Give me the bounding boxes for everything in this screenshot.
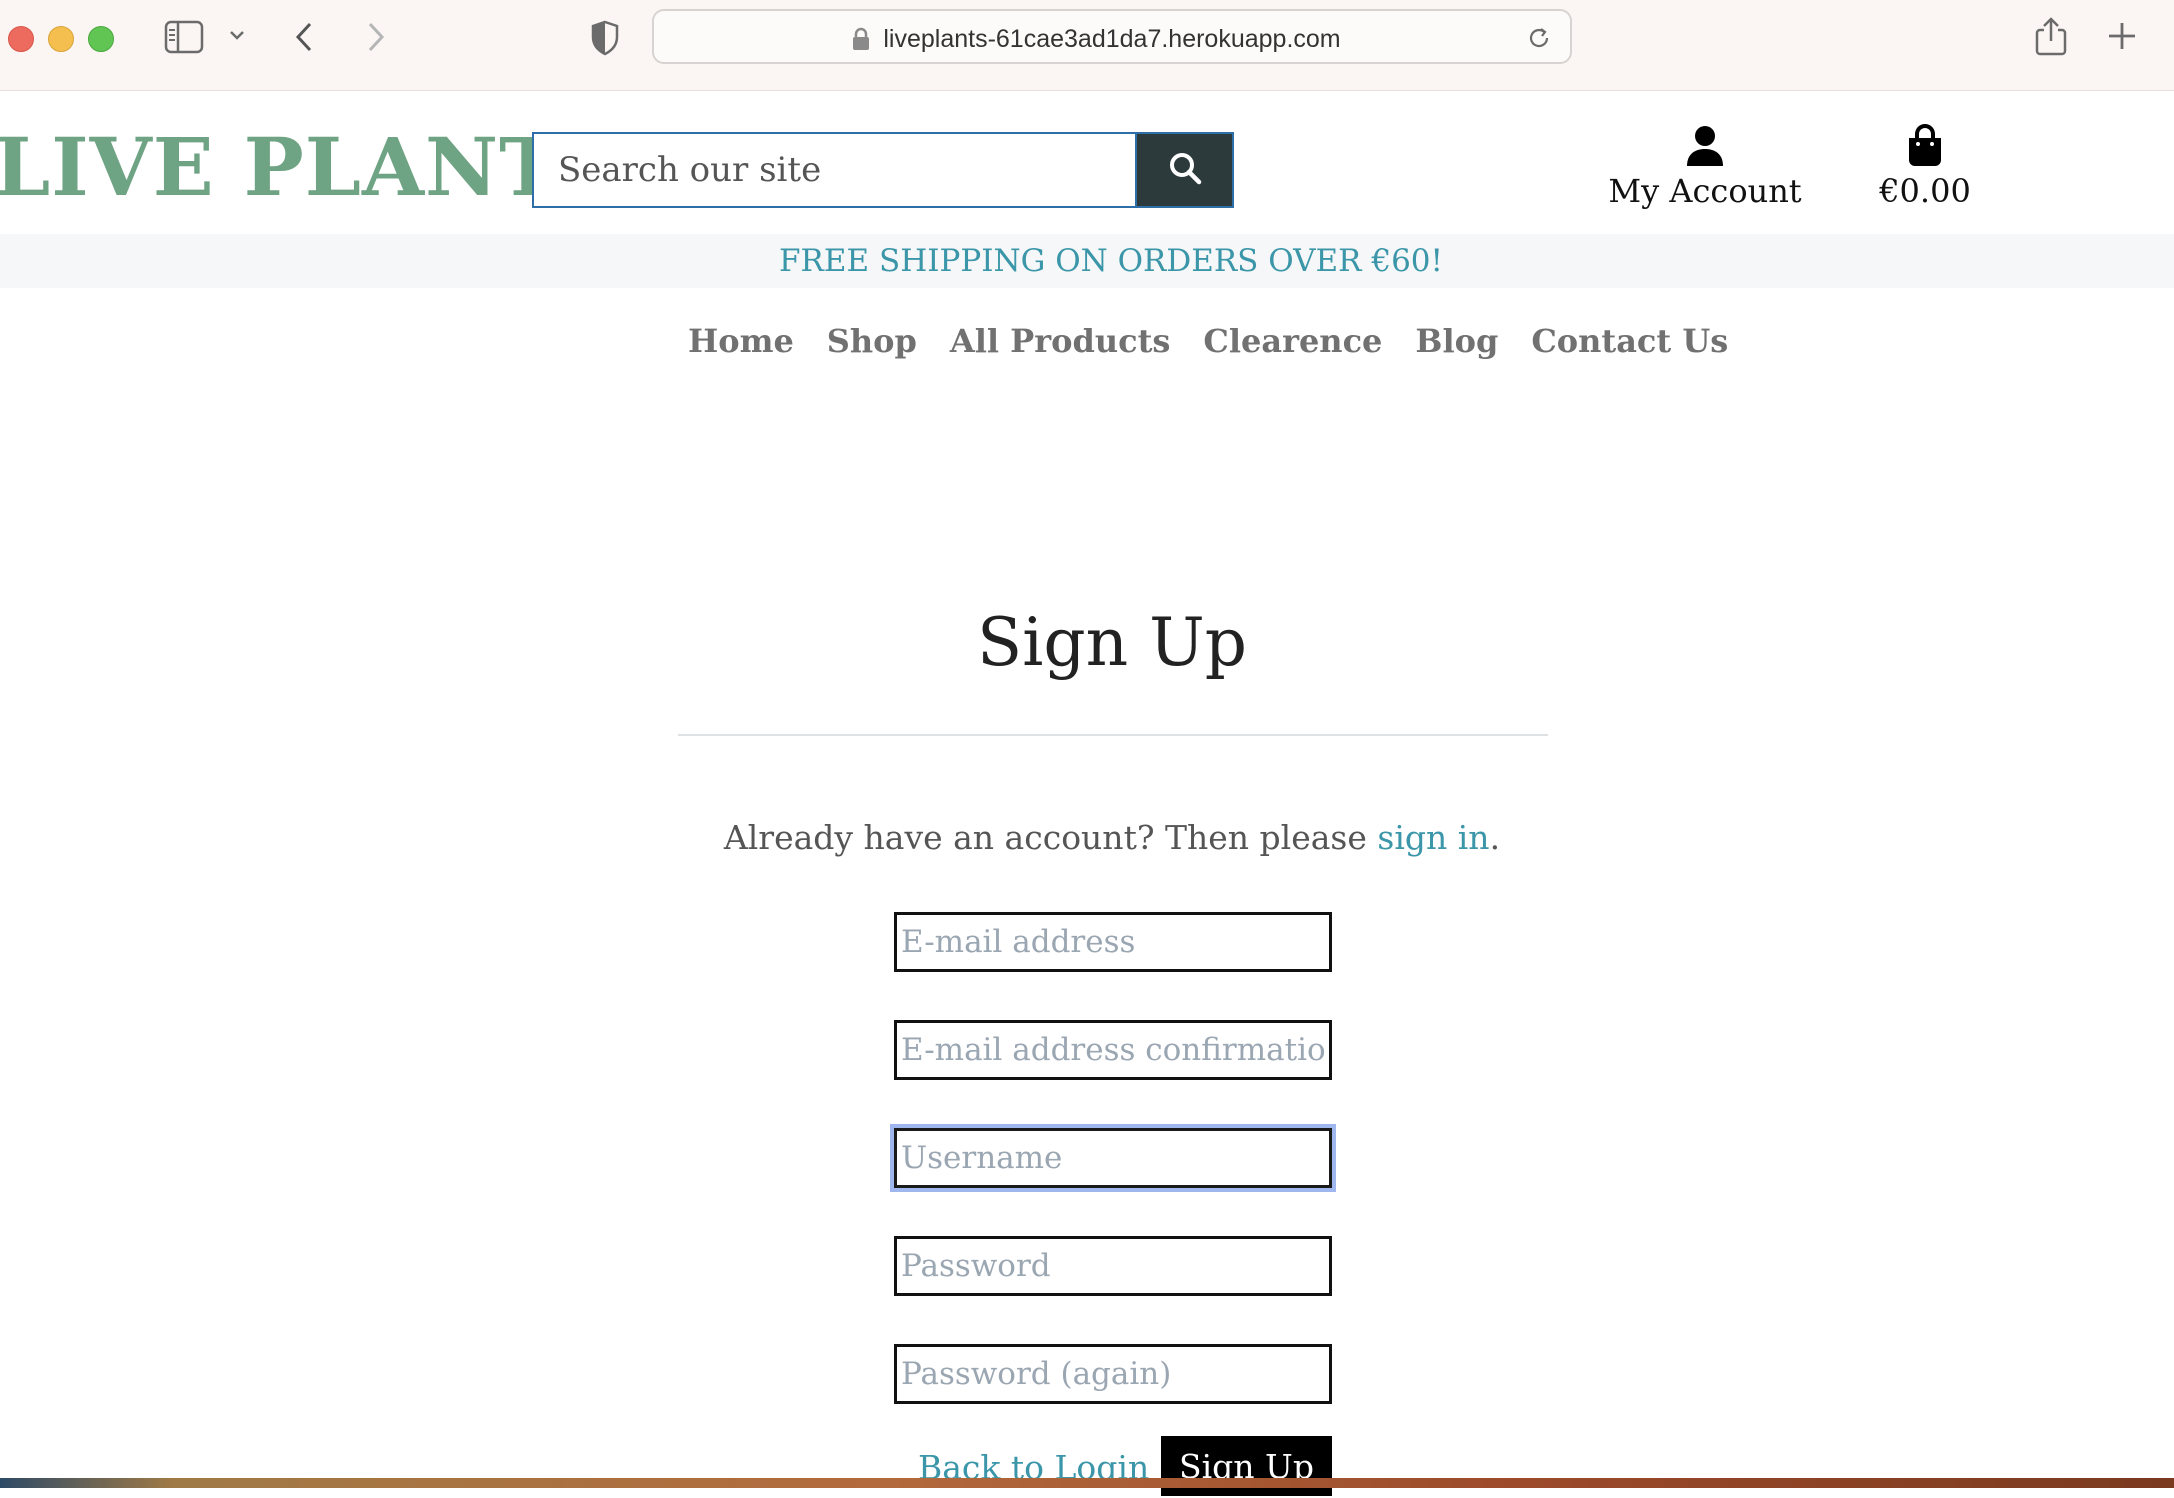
username-field[interactable] xyxy=(894,1128,1332,1188)
sidebar-icon[interactable] xyxy=(164,20,204,54)
plus-icon[interactable] xyxy=(2106,20,2138,52)
title-divider xyxy=(678,734,1548,736)
already-have-account-text: Already have an account? Then please sig… xyxy=(0,818,2174,857)
shopping-bag-link[interactable]: €0.00 xyxy=(1870,124,1980,210)
main-nav: Home Shop All Products Clearence Blog Co… xyxy=(688,322,1728,360)
search-input[interactable] xyxy=(532,132,1136,208)
bag-total: €0.00 xyxy=(1879,172,1971,210)
zoom-window-button[interactable] xyxy=(88,26,114,52)
nav-item-all-products[interactable]: All Products xyxy=(950,322,1170,360)
footer-image-strip xyxy=(0,1478,2174,1488)
site-logo[interactable]: LIVE PLANTS xyxy=(0,120,618,214)
period: . xyxy=(1489,818,1501,857)
minimize-window-button[interactable] xyxy=(48,26,74,52)
password-field[interactable] xyxy=(894,1236,1332,1296)
my-account-label: My Account xyxy=(1608,172,1802,210)
close-window-button[interactable] xyxy=(8,26,34,52)
email-confirm-field[interactable] xyxy=(894,1020,1332,1080)
user-icon xyxy=(1600,124,1810,172)
browser-toolbar: liveplants-61cae3ad1da7.herokuapp.com xyxy=(0,0,2174,91)
nav-item-blog[interactable]: Blog xyxy=(1415,322,1498,360)
nav-item-home[interactable]: Home xyxy=(688,322,794,360)
free-shipping-banner: FREE SHIPPING ON ORDERS OVER €60! xyxy=(0,234,2174,288)
sign-in-link[interactable]: sign in xyxy=(1377,818,1489,857)
forward-arrow-icon[interactable] xyxy=(364,20,388,54)
search-button[interactable] xyxy=(1135,132,1234,208)
my-account-link[interactable]: My Account xyxy=(1600,124,1810,210)
shopping-bag-icon xyxy=(1870,124,1980,172)
url-text: liveplants-61cae3ad1da7.herokuapp.com xyxy=(883,25,1341,53)
back-arrow-icon[interactable] xyxy=(292,20,316,54)
password-again-field[interactable] xyxy=(894,1344,1332,1404)
nav-item-clearence[interactable]: Clearence xyxy=(1203,322,1382,360)
reload-icon[interactable] xyxy=(1526,25,1552,55)
nav-item-shop[interactable]: Shop xyxy=(827,322,917,360)
shield-icon[interactable] xyxy=(590,20,620,56)
address-bar[interactable]: liveplants-61cae3ad1da7.herokuapp.com xyxy=(652,9,1572,64)
chevron-down-icon[interactable] xyxy=(228,28,246,42)
email-field[interactable] xyxy=(894,912,1332,972)
already-text: Already have an account? Then please xyxy=(723,818,1367,857)
page-title: Sign Up xyxy=(977,604,1247,681)
share-icon[interactable] xyxy=(2034,16,2068,56)
search-icon xyxy=(1167,150,1203,190)
nav-item-contact-us[interactable]: Contact Us xyxy=(1531,322,1728,360)
